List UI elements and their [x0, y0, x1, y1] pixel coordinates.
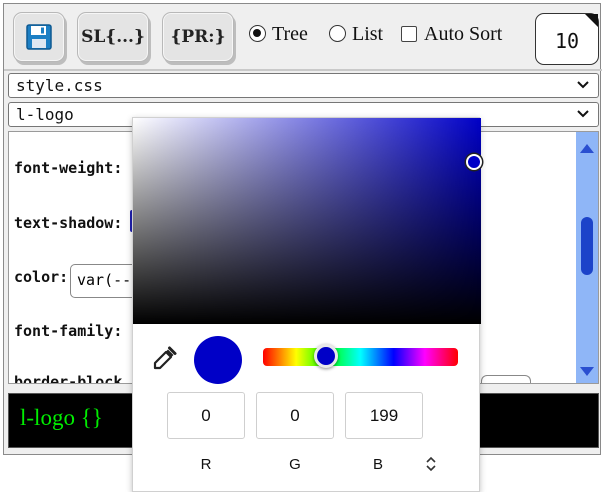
- scroll-up-icon[interactable]: [580, 144, 594, 153]
- properties-button[interactable]: {PR:}: [162, 12, 234, 62]
- green-channel-input[interactable]: 0: [256, 392, 334, 439]
- corner-fold-icon: [585, 14, 598, 27]
- border-block-value-field[interactable]: [481, 375, 531, 383]
- stylesheet-list-label: SL{...}: [81, 27, 145, 47]
- saturation-value-area[interactable]: [133, 118, 481, 324]
- toolbar-divider: [4, 69, 602, 71]
- color-preview-swatch: [194, 336, 242, 384]
- blue-channel-input[interactable]: 199: [345, 392, 423, 439]
- red-channel-label: R: [200, 456, 212, 473]
- saturation-value-handle[interactable]: [466, 154, 482, 170]
- color-value-text: var(--: [77, 271, 132, 289]
- count-field[interactable]: 10: [535, 13, 599, 65]
- properties-label: {PR:}: [170, 27, 226, 47]
- auto-sort-option[interactable]: Auto Sort: [401, 23, 502, 46]
- console-text: l-logo {}: [20, 405, 103, 430]
- tree-radio[interactable]: [249, 25, 266, 42]
- stylesheet-select[interactable]: style.css: [8, 73, 599, 98]
- stylesheet-list-button[interactable]: SL{...}: [77, 12, 149, 62]
- save-button[interactable]: [13, 12, 65, 62]
- eyedropper-icon[interactable]: [151, 346, 177, 372]
- auto-sort-checkbox[interactable]: [401, 25, 417, 42]
- red-channel-value: 0: [201, 405, 211, 425]
- scroll-thumb[interactable]: [581, 217, 593, 275]
- list-radio[interactable]: [329, 25, 346, 42]
- green-channel-label: G: [289, 456, 301, 473]
- blue-channel-value: 199: [369, 405, 399, 425]
- count-value: 10: [554, 29, 580, 53]
- list-radio-label: List: [352, 23, 384, 45]
- view-list-option[interactable]: List: [329, 23, 383, 46]
- color-picker-popup: 0 0 199 R G B: [132, 117, 482, 492]
- tree-radio-label: Tree: [272, 23, 308, 45]
- property-label: border-block: [14, 373, 123, 384]
- rule-select-value: l-logo: [16, 105, 74, 124]
- scroll-down-icon[interactable]: [580, 367, 594, 376]
- chevron-down-icon: [577, 110, 589, 118]
- properties-scrollbar[interactable]: [576, 132, 598, 383]
- view-tree-option[interactable]: Tree: [249, 23, 308, 46]
- chevron-down-icon: [577, 81, 589, 89]
- property-label: font-weight:: [14, 159, 123, 177]
- stylesheet-select-value: style.css: [16, 76, 103, 95]
- property-label: text-shadow:: [14, 214, 123, 232]
- hue-slider[interactable]: [263, 348, 458, 366]
- color-value-field[interactable]: var(--: [70, 264, 140, 298]
- hue-slider-handle[interactable]: [314, 344, 338, 368]
- green-channel-value: 0: [290, 405, 300, 425]
- property-label: color:: [14, 268, 69, 286]
- property-label: font-family:: [14, 322, 123, 340]
- blue-channel-label: B: [372, 456, 383, 473]
- red-channel-input[interactable]: 0: [167, 392, 245, 439]
- auto-sort-label: Auto Sort: [424, 23, 503, 45]
- up-down-chevron-icon[interactable]: [424, 454, 438, 474]
- floppy-disk-icon: [26, 24, 52, 50]
